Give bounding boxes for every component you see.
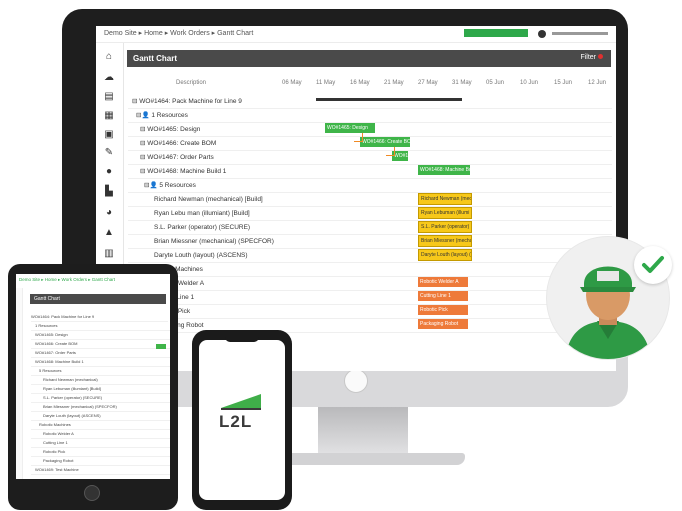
l2l-logo-text: L2L	[219, 412, 253, 431]
column-header: 21 May	[384, 80, 404, 86]
dashboard-icon[interactable]: ◕	[103, 207, 115, 219]
column-header-description: Description	[176, 80, 207, 86]
user-name[interactable]	[552, 32, 608, 35]
column-header: 06 May	[282, 80, 302, 86]
document-icon[interactable]: ▤	[103, 91, 115, 103]
column-header: 12 Jun	[588, 80, 607, 86]
tablet-home-button[interactable]	[84, 485, 100, 501]
table-row[interactable]: ⊟👤 1 Resources	[128, 109, 612, 123]
gantt-bar-machine[interactable]: Robotic Welder A	[418, 277, 468, 287]
column-header: 11 May	[316, 80, 336, 86]
summary-bar[interactable]	[316, 98, 462, 101]
table-row[interactable]: ⊟ WO#1468: Machine Build 1	[128, 165, 612, 179]
list-item[interactable]: WO#1469: Test Machine	[31, 465, 170, 475]
table-row[interactable]: Robotic Pick	[128, 305, 612, 319]
table-row[interactable]: Brian Miessner (mechanical) (SPECFOR)	[128, 235, 612, 249]
top-action-button[interactable]	[464, 29, 528, 37]
table-row[interactable]: Richard Newman (mechanical) [Build]	[128, 193, 612, 207]
table-row[interactable]: Daryte Louth (layout) (ASCENS)	[128, 249, 612, 263]
wrench-icon[interactable]: ✎	[103, 147, 115, 159]
table-row[interactable]: ⊟ WO#1467: Order Parts	[128, 151, 612, 165]
column-header: 15 Jun	[554, 80, 573, 86]
page-title: Gantt Chart	[133, 54, 177, 63]
tablet-screen: Demo Site ▸ Home ▸ Work Orders ▸ Gantt C…	[16, 274, 170, 479]
top-bar: Demo Site ▸ Home ▸ Work Orders ▸ Gantt C…	[96, 26, 616, 43]
gantt-bar-resource[interactable]: Richard Newman (mech	[418, 193, 472, 205]
gantt-bar-resource[interactable]: Brian Miessner (mecha	[418, 235, 472, 247]
l2l-logo-icon	[221, 394, 261, 410]
gantt-bar-design[interactable]: WO#1465: Design	[325, 123, 375, 133]
circle-icon[interactable]: ●	[103, 166, 115, 178]
checkmark-badge	[634, 246, 672, 284]
gantt-bar-machine[interactable]: Packaging Robot	[418, 319, 468, 329]
gantt-bar-resource[interactable]: Ryan Lebuman (illumi	[418, 207, 472, 219]
gantt-bar-machine[interactable]: Robotic Pick	[418, 305, 468, 315]
gantt-bar-create-bom[interactable]: WO#1466: Create BOM	[360, 137, 410, 147]
table-row[interactable]: ⊟👤 5 Resources	[128, 179, 612, 193]
dependency-line	[386, 147, 395, 156]
column-header: 31 May	[452, 80, 472, 86]
column-header: 27 May	[418, 80, 438, 86]
gantt-bar-resource[interactable]: S.L. Parker (operator) (Se	[418, 221, 472, 233]
tablet-sidebar	[16, 288, 23, 479]
home-icon[interactable]: ⌂	[103, 51, 115, 63]
gantt-bar-machine[interactable]: Cutting Line 1	[418, 291, 468, 301]
table-row[interactable]: Robotic Welder A	[128, 277, 612, 291]
monitor-logo-button	[344, 369, 368, 393]
checkmark-icon	[642, 256, 664, 273]
column-header: 05 Jun	[486, 80, 505, 86]
user-avatar[interactable]	[538, 30, 546, 38]
phone-notch	[225, 336, 259, 342]
monitor-stand	[318, 407, 408, 455]
filter-active-icon	[598, 54, 603, 59]
table-row[interactable]: Ryan Lebu man (illumiant) [Build]	[128, 207, 612, 221]
table-row[interactable]: S.L. Parker (operator) (SECURE)	[128, 221, 612, 235]
tablet-gantt-bar[interactable]	[156, 344, 166, 349]
column-header: 16 May	[350, 80, 370, 86]
tablet-page-title: Gantt Chart	[30, 294, 166, 304]
gantt-bar-machine-build[interactable]: WO#1468: Machine Build	[418, 165, 470, 175]
calendar-icon[interactable]: ▦	[103, 110, 115, 122]
gantt-card-header: Gantt Chart Filter	[127, 50, 611, 67]
cloud-icon[interactable]: ☁	[103, 72, 115, 84]
factory-icon[interactable]: ▙	[103, 186, 115, 198]
bar-chart-icon[interactable]: ▥	[103, 248, 115, 260]
table-row[interactable]: Cutting Line 1	[128, 291, 612, 305]
tablet-breadcrumb[interactable]: Demo Site ▸ Home ▸ Work Orders ▸ Gantt C…	[19, 277, 115, 283]
breadcrumb[interactable]: Demo Site ▸ Home ▸ Work Orders ▸ Gantt C…	[104, 29, 253, 37]
column-header: 10 Jun	[520, 80, 539, 86]
table-row[interactable]: ⊟ Robotic Machines	[128, 263, 612, 277]
graduation-icon[interactable]: ▲	[103, 227, 115, 239]
clipboard-icon[interactable]: ▣	[103, 129, 115, 141]
filter-button[interactable]: Filter	[580, 54, 603, 61]
dependency-line	[354, 133, 363, 142]
gantt-bar-resource[interactable]: Daryte Louth (layout) (	[418, 249, 472, 261]
